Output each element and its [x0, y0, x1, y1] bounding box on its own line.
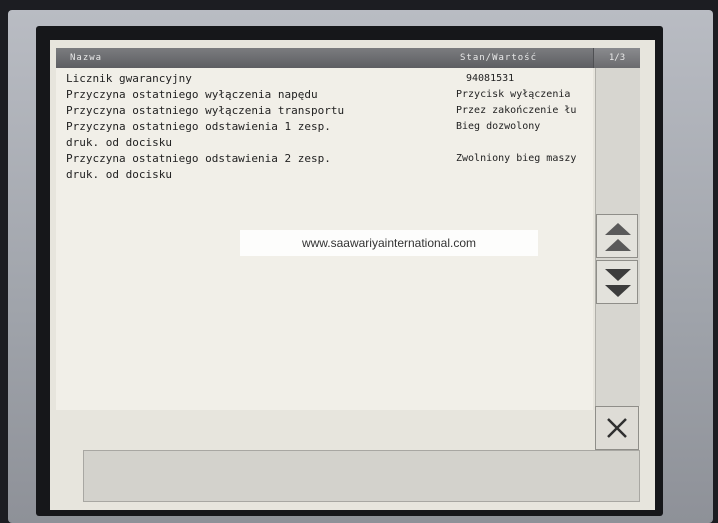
scroll-up-button[interactable]	[596, 214, 638, 258]
scroll-down-button[interactable]	[596, 260, 638, 304]
list-item-value: Zwolniony bieg maszy	[456, 153, 577, 164]
list-item-name: druk. od docisku	[66, 136, 172, 149]
list-item-value: Bieg dozwolony	[456, 121, 541, 132]
list-item-value: Przez zakończenie łu	[456, 105, 577, 116]
close-icon	[607, 418, 627, 438]
list-item-name: Przyczyna ostatniego odstawienia 2 zesp.	[66, 152, 331, 165]
list-item-value: Przycisk wyłączenia	[456, 89, 571, 100]
double-chevron-down-icon	[605, 269, 631, 297]
list-item-name: Przyczyna ostatniego wyłączenia transpor…	[66, 104, 345, 117]
double-chevron-up-icon	[605, 223, 631, 251]
scrollbar[interactable]	[595, 68, 640, 406]
list-item-value: 94081531	[466, 73, 515, 84]
list-item-name: Licznik gwarancyjny	[66, 72, 192, 85]
parameter-list: Licznik gwarancyjny 94081531 Przyczyna o…	[56, 68, 593, 410]
column-header-state: Stan/Wartość	[460, 53, 538, 63]
list-item-name: Przyczyna ostatniego odstawienia 1 zesp.	[66, 120, 331, 133]
status-bar	[83, 450, 640, 502]
column-header-name: Nazwa	[70, 53, 103, 63]
list-item-name: Przyczyna ostatniego wyłączenia napędu	[66, 88, 318, 101]
list-item-name: druk. od docisku	[66, 168, 172, 181]
watermark-text: www.saawariyainternational.com	[240, 230, 538, 256]
list-header: Nazwa Stan/Wartość	[56, 48, 639, 68]
close-button[interactable]	[595, 406, 639, 450]
touch-screen: Nazwa Stan/Wartość 1/3 Licznik gwarancyj…	[50, 40, 655, 510]
page-indicator: 1/3	[593, 48, 640, 68]
